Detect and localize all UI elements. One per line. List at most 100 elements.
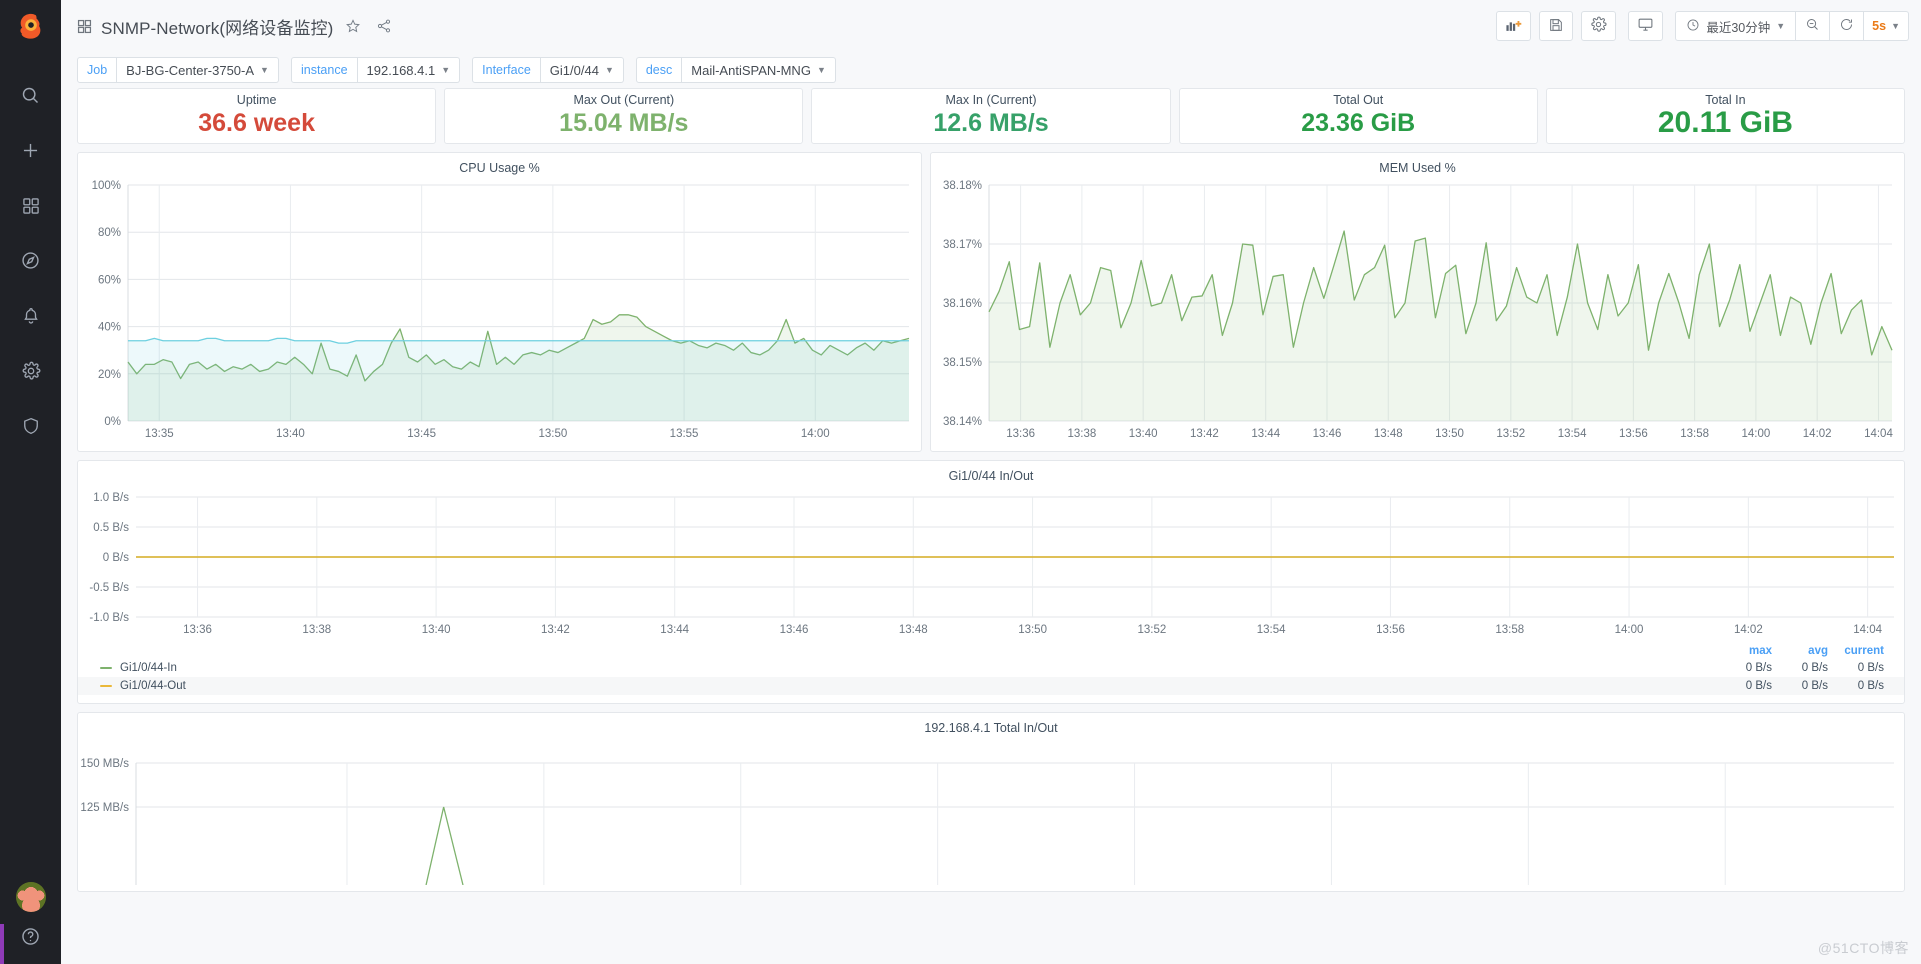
- legend-col-current[interactable]: current: [1828, 645, 1884, 657]
- stat-value: 36.6 week: [198, 109, 315, 137]
- chevron-down-icon: ▼: [260, 65, 269, 75]
- x-axis-tick-label: 14:02: [1734, 624, 1763, 636]
- y-axis-tick-label: 0%: [104, 416, 121, 428]
- x-axis-tick-label: 13:52: [1137, 624, 1166, 636]
- left-sidebar: [0, 0, 61, 964]
- x-axis-tick-label: 13:54: [1257, 624, 1286, 636]
- sidebar-item-help[interactable]: [0, 924, 61, 954]
- variable-job-select[interactable]: BJ-BG-Center-3750-A ▼: [117, 57, 279, 83]
- legend-row[interactable]: Gi1/0/44-In 0 B/s 0 B/s 0 B/s: [78, 659, 1904, 677]
- x-axis-tick-label: 13:46: [780, 624, 809, 636]
- y-axis-tick-label: -1.0 B/s: [89, 612, 129, 624]
- legend-col-max[interactable]: max: [1716, 645, 1772, 657]
- x-axis-tick-label: 13:56: [1619, 428, 1648, 440]
- cpu-plot-area: 0% 20% 40% 60% 80% 100% 13:35 13:40 13:45 13:50 13…: [78, 175, 921, 447]
- tv-mode-button[interactable]: [1628, 11, 1664, 41]
- x-axis-tick-label: 13:42: [541, 624, 570, 636]
- panel-interface-in-out[interactable]: Gi1/0/44 In/Out -1.0 B/s -0.5 B/s 0 B/s 0.5…: [77, 460, 1905, 704]
- variable-interface-label: Interface: [472, 57, 541, 83]
- interface-plot-area: -1.0 B/s -0.5 B/s 0 B/s 0.5 B/s 1.0 B/s 13:36…: [78, 483, 1904, 643]
- series-color-swatch: [100, 685, 112, 687]
- y-axis-tick-label: 125 MB/s: [80, 802, 129, 814]
- y-axis-tick-label: 40%: [98, 322, 121, 334]
- variable-desc-select[interactable]: Mail-AntiSPAN-MNG ▼: [682, 57, 836, 83]
- avatar[interactable]: [15, 882, 46, 912]
- refresh-interval-picker[interactable]: 5s ▼: [1864, 11, 1909, 41]
- star-icon[interactable]: [342, 15, 364, 37]
- legend-row[interactable]: Gi1/0/44-Out 0 B/s 0 B/s 0 B/s: [78, 677, 1904, 695]
- time-range-label: 最近30分钟: [1706, 20, 1771, 35]
- zoom-out-time-button[interactable]: [1796, 11, 1831, 41]
- x-axis-tick-label: 13:45: [407, 428, 436, 440]
- stat-panel-uptime[interactable]: Uptime 36.6 week: [77, 88, 437, 144]
- sidebar-item-search[interactable]: [0, 76, 61, 120]
- legend-series-name-cell: Gi1/0/44-Out: [100, 680, 1716, 692]
- legend-col-avg[interactable]: avg: [1772, 645, 1828, 657]
- share-icon[interactable]: [373, 15, 395, 37]
- chevron-down-icon: ▼: [1891, 21, 1900, 31]
- sidebar-item-dashboards[interactable]: [0, 186, 61, 230]
- x-axis-tick-label: 13:40: [1129, 428, 1158, 440]
- panel-total-in-out[interactable]: 192.168.4.1 Total In/Out 150 MB/s 125 MB/…: [77, 712, 1905, 892]
- stat-value: 15.04 MB/s: [559, 109, 689, 137]
- graphs-row-3: 192.168.4.1 Total In/Out 150 MB/s 125 MB/…: [77, 712, 1905, 892]
- x-axis-tick-label: 14:04: [1864, 428, 1893, 440]
- x-axis-tick-label: 13:48: [899, 624, 928, 636]
- stat-value: 12.6 MB/s: [933, 109, 1049, 137]
- stat-panel-total-in[interactable]: Total In 20.11 GiB: [1545, 88, 1906, 144]
- stat-panel-max-in[interactable]: Max In (Current) 12.6 MB/s: [811, 88, 1171, 144]
- x-axis-tick-label: 13:52: [1496, 428, 1525, 440]
- dashboards-icon: [21, 196, 41, 221]
- variable-job-label: Job: [77, 57, 118, 83]
- variable-instance: instance 192.168.4.1 ▼: [290, 57, 461, 83]
- variable-instance-select[interactable]: 192.168.4.1 ▼: [357, 57, 461, 83]
- variable-desc-value: Mail-AntiSPAN-MNG: [691, 62, 811, 78]
- cpu-usage-svg: 0% 20% 40% 60% 80% 100% 13:35 13:40 13:45 13:50 13…: [92, 180, 910, 440]
- x-axis-tick-label: 14:00: [801, 428, 830, 440]
- x-axis-tick-label: 13:36: [1006, 428, 1035, 440]
- x-axis-tick-label: 13:54: [1558, 428, 1587, 440]
- series-area: [128, 338, 909, 421]
- grafana-logo[interactable]: [0, 0, 61, 52]
- x-axis-tick-label: 13:38: [302, 624, 331, 636]
- sidebar-bottom: [0, 882, 61, 954]
- save-icon: [1548, 17, 1564, 36]
- sidebar-item-alerting[interactable]: [0, 296, 61, 340]
- search-icon: [20, 85, 41, 111]
- save-dashboard-button[interactable]: [1539, 11, 1574, 41]
- total-plot-area: 150 MB/s 125 MB/s: [78, 735, 1904, 886]
- dashboard-settings-button[interactable]: [1581, 11, 1617, 41]
- watermark: @51CTO博客: [1817, 940, 1909, 956]
- stat-title: Max Out (Current): [573, 93, 675, 107]
- add-panel-button[interactable]: [1496, 11, 1532, 41]
- sidebar-item-create[interactable]: [0, 131, 61, 175]
- tv-mode-icon: [1637, 16, 1654, 36]
- dashboard-title-group: SNMP-Network(网络设备监控): [77, 14, 395, 39]
- variable-interface-select[interactable]: Gi1/0/44 ▼: [540, 57, 624, 83]
- time-range-picker[interactable]: 最近30分钟 ▼: [1675, 11, 1797, 41]
- sidebar-accent-bar: [0, 924, 4, 964]
- panel-cpu-usage[interactable]: CPU Usage % 0% 20% 40% 60% 80% 100% 13:35 13:40…: [77, 152, 922, 452]
- y-axis-tick-label: 38.16%: [943, 298, 982, 310]
- x-axis-tick-label: 14:00: [1742, 428, 1771, 440]
- graphs-row-1: CPU Usage % 0% 20% 40% 60% 80% 100% 13:35 13:40…: [77, 152, 1905, 452]
- sidebar-item-configuration[interactable]: [0, 351, 61, 395]
- x-axis-tick-label: 13:38: [1067, 428, 1096, 440]
- panel-mem-used[interactable]: MEM Used % 38.14% 38.15% 38.16% 38.17% 38.18…: [930, 152, 1905, 452]
- y-axis-tick-label: 60%: [98, 274, 121, 286]
- legend-series-name-cell: Gi1/0/44-In: [100, 662, 1716, 674]
- sidebar-item-explore[interactable]: [0, 241, 61, 285]
- x-axis-tick-label: 13:50: [1435, 428, 1464, 440]
- x-axis-tick-label: 13:46: [1313, 428, 1342, 440]
- stat-panel-max-out[interactable]: Max Out (Current) 15.04 MB/s: [444, 88, 804, 144]
- y-axis-tick-label: 80%: [98, 227, 121, 239]
- chevron-down-icon: ▼: [1776, 21, 1786, 31]
- refresh-button[interactable]: [1830, 11, 1865, 41]
- sidebar-item-server-admin[interactable]: [0, 406, 61, 450]
- x-axis-tick-label: 13:36: [183, 624, 212, 636]
- y-axis-tick-label: 38.15%: [943, 357, 982, 369]
- stat-panel-total-out[interactable]: Total Out 23.36 GiB: [1178, 88, 1538, 144]
- template-variables-bar: Job BJ-BG-Center-3750-A ▼ instance 192.1…: [61, 52, 1921, 88]
- y-axis-tick-label: 150 MB/s: [80, 758, 129, 770]
- stat-value: 20.11 GiB: [1657, 106, 1793, 139]
